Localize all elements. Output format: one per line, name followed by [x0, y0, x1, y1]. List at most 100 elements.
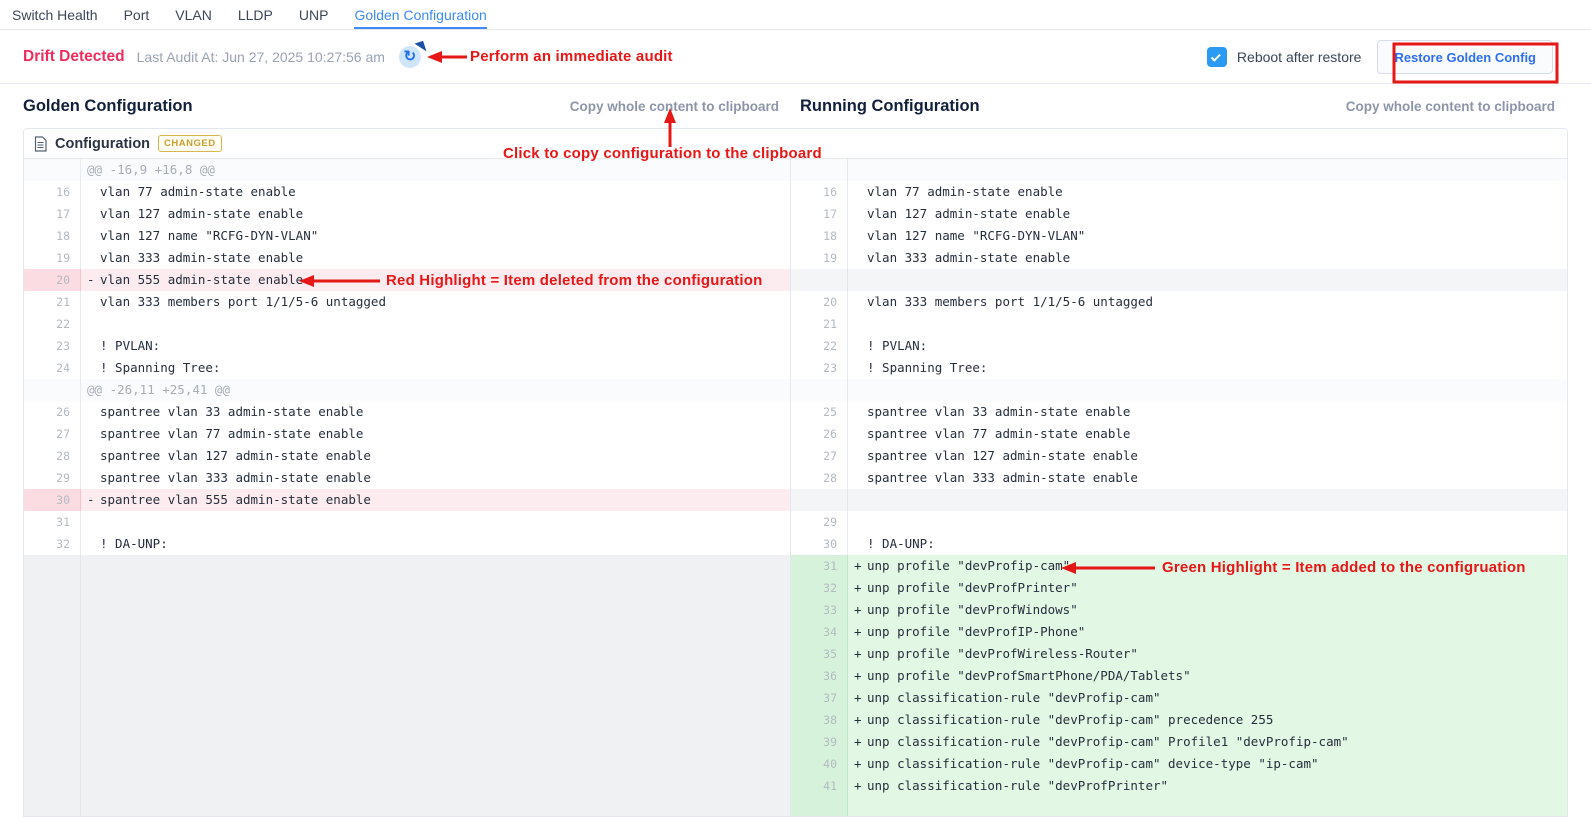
tab-port[interactable]: Port — [124, 0, 150, 29]
code-line — [81, 709, 790, 731]
line-number — [791, 489, 848, 511]
code-line: -spantree vlan 555 admin-state enable — [81, 489, 790, 511]
line-number: 26 — [24, 401, 81, 423]
line-number: 35 — [791, 643, 848, 665]
audit-refresh-icon[interactable]: ↻ — [399, 46, 421, 68]
line-number: 21 — [24, 291, 81, 313]
line-number: 39 — [791, 731, 848, 753]
code-line — [81, 775, 790, 797]
code-line: vlan 333 admin-state enable — [81, 247, 790, 269]
line-number — [24, 731, 81, 753]
code-text: vlan 333 admin-state enable — [867, 250, 1070, 265]
code-text: unp profile "devProfPrinter" — [867, 580, 1078, 595]
running-diff-row-29: 29 — [791, 511, 1567, 533]
line-number — [24, 621, 81, 643]
golden-diff-row-21: 21 vlan 333 members port 1/1/5-6 untagged — [24, 291, 790, 313]
line-number: 28 — [24, 445, 81, 467]
running-diff-row-37: 37+unp classification-rule "devProfip-ca… — [791, 687, 1567, 709]
golden-config-header: Golden Configuration Copy whole content … — [23, 84, 779, 128]
code-line: vlan 333 members port 1/1/5-6 untagged — [848, 291, 1567, 313]
code-text: spantree vlan 127 admin-state enable — [867, 448, 1138, 463]
code-line — [81, 643, 790, 665]
running-diff-row-21: 21 — [791, 313, 1567, 335]
tab-lldp[interactable]: LLDP — [238, 0, 273, 29]
restore-golden-config-button[interactable]: Restore Golden Config — [1377, 40, 1553, 74]
tab-unp[interactable]: UNP — [299, 0, 329, 29]
code-line: ! PVLAN: — [848, 335, 1567, 357]
code-text: spantree vlan 127 admin-state enable — [100, 448, 371, 463]
code-text: unp classification-rule "devProfip-cam" — [867, 690, 1161, 705]
golden-diff-row — [24, 621, 790, 643]
line-number — [791, 797, 848, 816]
running-diff-row-22: 22! PVLAN: — [791, 335, 1567, 357]
reboot-after-restore-label: Reboot after restore — [1237, 49, 1362, 65]
code-line — [81, 797, 790, 816]
tab-switch-health[interactable]: Switch Health — [12, 0, 98, 29]
golden-diff-row-19: 19vlan 333 admin-state enable — [24, 247, 790, 269]
golden-diff-row — [24, 709, 790, 731]
code-text: vlan 333 members port 1/1/5-6 untagged — [100, 294, 386, 309]
line-number: 34 — [791, 621, 848, 643]
running-diff-row-19: 19vlan 333 admin-state enable — [791, 247, 1567, 269]
code-text: vlan 333 admin-state enable — [100, 250, 303, 265]
added-marker: + — [854, 555, 867, 577]
removed-marker: - — [87, 489, 100, 511]
code-line — [848, 511, 1567, 533]
code-text: spantree vlan 77 admin-state enable — [867, 426, 1130, 441]
tab-golden-configuration[interactable]: Golden Configuration — [354, 0, 486, 29]
line-number — [791, 269, 848, 291]
diff-body: @@ -16,9 +16,8 @@16vlan 77 admin-state e… — [24, 159, 1567, 816]
code-line: spantree vlan 333 admin-state enable — [81, 467, 790, 489]
code-line — [81, 665, 790, 687]
annotation-green-highlight: Green Highlight = Item added to the conf… — [1162, 559, 1526, 576]
code-line: spantree vlan 333 admin-state enable — [848, 467, 1567, 489]
annotation-copy-clipboard: Click to copy configuration to the clipb… — [503, 145, 822, 162]
reboot-after-restore-checkbox[interactable] — [1207, 47, 1227, 67]
code-line: +unp classification-rule "devProfip-cam"… — [848, 709, 1567, 731]
line-number: 31 — [24, 511, 81, 533]
code-line: +unp classification-rule "devProfip-cam" — [848, 687, 1567, 709]
code-text: ! PVLAN: — [100, 338, 160, 353]
code-text: ! DA-UNP: — [100, 536, 168, 551]
golden-diff-row-17: 17vlan 127 admin-state enable — [24, 203, 790, 225]
line-number — [24, 159, 81, 181]
added-marker: + — [854, 709, 867, 731]
running-diff-row-36: 36+unp profile "devProfSmartPhone/PDA/Ta… — [791, 665, 1567, 687]
line-number: 18 — [24, 225, 81, 247]
golden-diff-row-31: 31 — [24, 511, 790, 533]
code-text: unp profile "devProfip-cam" — [867, 558, 1070, 573]
copy-golden-config-link[interactable]: Copy whole content to clipboard — [570, 99, 779, 114]
golden-diff-row-24: 24! Spanning Tree: — [24, 357, 790, 379]
running-diff-row — [791, 269, 1567, 291]
code-text: vlan 77 admin-state enable — [867, 184, 1063, 199]
code-line: spantree vlan 77 admin-state enable — [848, 423, 1567, 445]
line-number: 26 — [791, 423, 848, 445]
code-text: unp classification-rule "devProfip-cam" … — [867, 734, 1349, 749]
line-number — [791, 379, 848, 401]
drift-status-text: Drift Detected — [23, 48, 125, 66]
code-line: +unp profile "devProfSmartPhone/PDA/Tabl… — [848, 665, 1567, 687]
code-line: +unp classification-rule "devProfPrinter… — [848, 775, 1567, 797]
code-line — [81, 687, 790, 709]
tab-vlan[interactable]: VLAN — [175, 0, 212, 29]
removed-marker: - — [87, 269, 100, 291]
golden-diff-row-26: 26spantree vlan 33 admin-state enable — [24, 401, 790, 423]
line-number — [24, 753, 81, 775]
golden-diff-row-29: 29spantree vlan 333 admin-state enable — [24, 467, 790, 489]
line-number: 21 — [791, 313, 848, 335]
line-number: 25 — [791, 401, 848, 423]
copy-running-config-link[interactable]: Copy whole content to clipboard — [1346, 99, 1555, 114]
running-diff-row-23: 23! Spanning Tree: — [791, 357, 1567, 379]
golden-diff-row — [24, 731, 790, 753]
code-text: unp profile "devProfIP-Phone" — [867, 624, 1085, 639]
line-number — [24, 555, 81, 577]
code-line: +unp classification-rule "devProfip-cam"… — [848, 753, 1567, 775]
running-diff-row-20: 20vlan 333 members port 1/1/5-6 untagged — [791, 291, 1567, 313]
code-line: spantree vlan 33 admin-state enable — [81, 401, 790, 423]
golden-diff-row — [24, 555, 790, 577]
golden-diff-row-18: 18vlan 127 name "RCFG-DYN-VLAN" — [24, 225, 790, 247]
added-marker: + — [854, 731, 867, 753]
added-marker: + — [854, 687, 867, 709]
code-line — [81, 555, 790, 577]
checkmark-icon — [1211, 51, 1221, 61]
